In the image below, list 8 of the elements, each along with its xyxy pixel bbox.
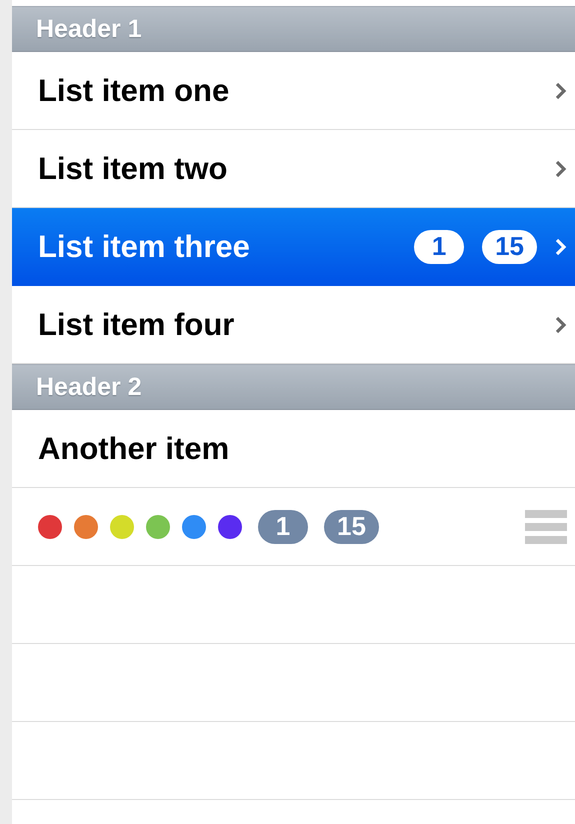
section-header: Header 1 <box>12 6 575 52</box>
section-header: Header 2 <box>12 364 575 410</box>
count-badge: 15 <box>482 230 537 264</box>
count-badge: 1 <box>414 230 464 264</box>
list-item[interactable]: List item three 1 15 <box>12 208 575 286</box>
grip-icon[interactable] <box>525 510 567 544</box>
count-badge: 1 <box>258 510 308 544</box>
count-badge: 15 <box>324 510 379 544</box>
